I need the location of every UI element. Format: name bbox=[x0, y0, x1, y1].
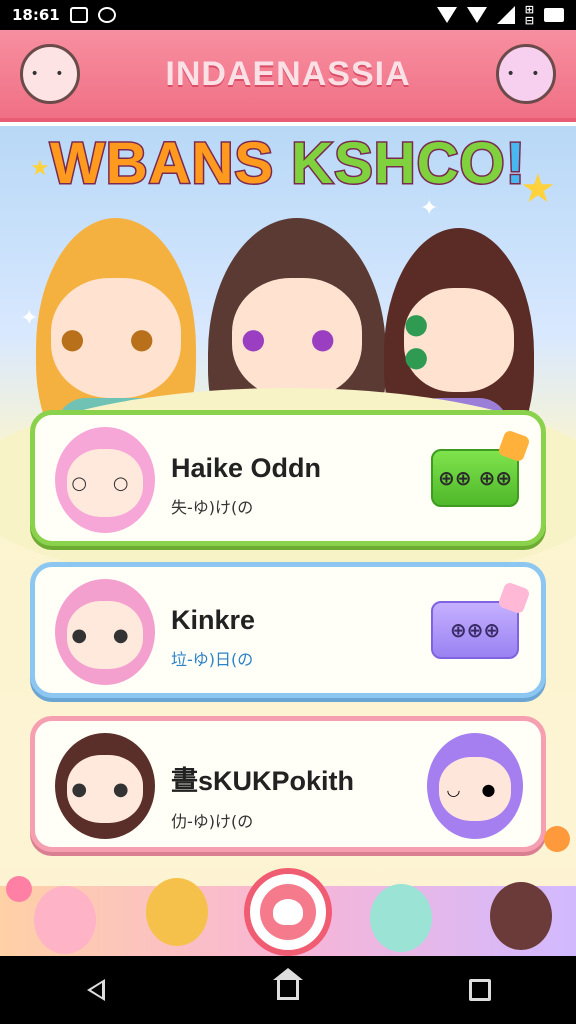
nav-recents-button[interactable] bbox=[450, 965, 510, 1015]
home-icon bbox=[273, 968, 303, 1000]
nav-home-button[interactable] bbox=[258, 965, 318, 1015]
banner-title: WBANS KSHCO! bbox=[0, 130, 576, 198]
app-notification-icon bbox=[97, 7, 116, 23]
character-avatar: ● ● bbox=[55, 733, 155, 839]
nav-back-button[interactable] bbox=[66, 965, 126, 1015]
back-icon bbox=[87, 979, 105, 1001]
app-title: INDAENASSIA bbox=[165, 54, 411, 93]
app-header: • • INDAENASSIA • • bbox=[0, 30, 576, 122]
card-action-button[interactable]: ⊕⊕ ⊕⊕ bbox=[431, 449, 519, 507]
character-avatar-secondary: ◡ ● bbox=[427, 733, 523, 839]
banner-part-3: ! bbox=[504, 130, 526, 198]
dock-center-button[interactable] bbox=[244, 868, 332, 956]
banner-part-1: WBANS bbox=[48, 130, 292, 198]
character-subtitle: 仂-ゆ)け(の bbox=[171, 812, 254, 831]
mascot-left-icon[interactable]: • • bbox=[20, 44, 80, 104]
character-name: Haike Oddn bbox=[171, 453, 322, 483]
wifi-icon bbox=[436, 7, 457, 23]
dock-character-mint[interactable] bbox=[370, 884, 432, 952]
signal-icon bbox=[496, 6, 515, 24]
wifi-secondary-icon bbox=[466, 7, 487, 23]
system-nav-bar bbox=[0, 956, 576, 1024]
character-name: 晝sKUKPokith bbox=[171, 766, 355, 796]
nfc-icon: ⊞ ⊟ bbox=[524, 3, 534, 27]
cloud-icon bbox=[273, 899, 303, 925]
flower-decoration-icon bbox=[6, 876, 32, 902]
status-bar: 18:61 ⊞ ⊟ bbox=[0, 0, 576, 30]
status-left: 18:61 bbox=[12, 6, 116, 24]
character-subtitle: 垃-ゆ)日(の bbox=[171, 650, 254, 669]
dock-character-dark[interactable] bbox=[490, 882, 552, 950]
recents-icon bbox=[469, 979, 491, 1001]
battery-icon bbox=[544, 8, 564, 22]
banner-part-2: KSHCO bbox=[290, 130, 506, 198]
character-card[interactable]: ● ● Kinkre 垃-ゆ)日(の ⊕⊕⊕ bbox=[30, 562, 546, 698]
main-area: ★ ★ ✦ ✦ WBANS KSHCO! ● ● ● ● ● ● ○ ○ Hai… bbox=[0, 126, 576, 956]
character-subtitle: 失-ゆ)け(の bbox=[171, 498, 254, 517]
status-time: 18:61 bbox=[12, 6, 60, 24]
character-card[interactable]: ● ● 晝sKUKPokith 仂-ゆ)け(の ◡ ● bbox=[30, 716, 546, 852]
status-right: ⊞ ⊟ bbox=[436, 3, 564, 27]
dock-character-peach[interactable] bbox=[34, 886, 96, 954]
character-avatar: ○ ○ bbox=[55, 427, 155, 533]
gallery-notification-icon bbox=[69, 7, 88, 23]
card-action-button[interactable]: ⊕⊕⊕ bbox=[431, 601, 519, 659]
dock-character-blonde[interactable] bbox=[146, 878, 208, 946]
flower-decoration-icon bbox=[544, 826, 570, 852]
mascot-right-icon[interactable]: • • bbox=[496, 44, 556, 104]
character-avatar: ● ● bbox=[55, 579, 155, 685]
character-name: Kinkre bbox=[171, 605, 256, 635]
character-card[interactable]: ○ ○ Haike Oddn 失-ゆ)け(の ⊕⊕ ⊕⊕ bbox=[30, 410, 546, 546]
